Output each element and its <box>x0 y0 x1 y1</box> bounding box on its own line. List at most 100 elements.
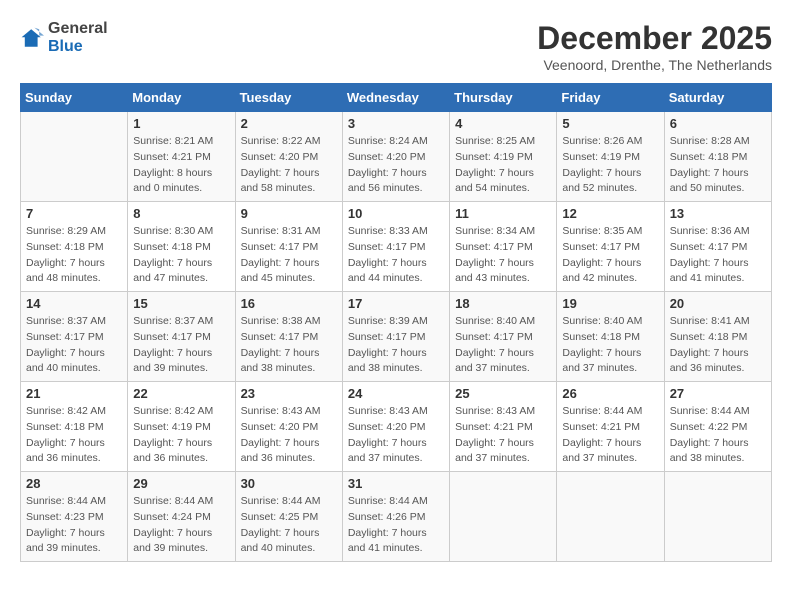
day-info: Sunrise: 8:25 AMSunset: 4:19 PMDaylight:… <box>455 134 551 197</box>
day-number: 21 <box>26 386 122 401</box>
calendar-cell: 29 Sunrise: 8:44 AMSunset: 4:24 PMDayligh… <box>128 472 235 562</box>
calendar-cell: 30 Sunrise: 8:44 AMSunset: 4:25 PMDayligh… <box>235 472 342 562</box>
calendar-cell: 1 Sunrise: 8:21 AMSunset: 4:21 PMDaylight… <box>128 112 235 202</box>
title-block: December 2025 Veenoord, Drenthe, The Net… <box>537 20 772 73</box>
day-number: 20 <box>670 296 766 311</box>
day-info: Sunrise: 8:33 AMSunset: 4:17 PMDaylight:… <box>348 224 444 287</box>
day-number: 25 <box>455 386 551 401</box>
day-info: Sunrise: 8:29 AMSunset: 4:18 PMDaylight:… <box>26 224 122 287</box>
calendar-cell: 9 Sunrise: 8:31 AMSunset: 4:17 PMDaylight… <box>235 202 342 292</box>
calendar-week-row: 28Sunrise: 8:44 AMSunset: 4:23 PMDayligh… <box>21 472 772 562</box>
day-number: 9 <box>241 206 337 221</box>
calendar-cell: 26 Sunrise: 8:44 AMSunset: 4:21 PMDayligh… <box>557 382 664 472</box>
day-info: Sunrise: 8:43 AMSunset: 4:20 PMDaylight:… <box>241 404 337 467</box>
calendar-cell: 31 Sunrise: 8:44 AMSunset: 4:26 PMDayligh… <box>342 472 449 562</box>
calendar-cell: 23 Sunrise: 8:43 AMSunset: 4:20 PMDayligh… <box>235 382 342 472</box>
day-number: 17 <box>348 296 444 311</box>
calendar-cell: 18Sunrise: 8:40 AMSunset: 4:17 PMDayligh… <box>450 292 557 382</box>
day-info: Sunrise: 8:31 AMSunset: 4:17 PMDaylight:… <box>241 224 337 287</box>
day-number: 30 <box>241 476 337 491</box>
day-number: 22 <box>133 386 229 401</box>
weekday-header-row: SundayMondayTuesdayWednesdayThursdayFrid… <box>21 84 772 112</box>
calendar-week-row: 21Sunrise: 8:42 AMSunset: 4:18 PMDayligh… <box>21 382 772 472</box>
calendar-week-row: 1 Sunrise: 8:21 AMSunset: 4:21 PMDaylight… <box>21 112 772 202</box>
calendar-cell: 8 Sunrise: 8:30 AMSunset: 4:18 PMDaylight… <box>128 202 235 292</box>
calendar-cell: 22 Sunrise: 8:42 AMSunset: 4:19 PMDayligh… <box>128 382 235 472</box>
calendar-cell: 27 Sunrise: 8:44 AMSunset: 4:22 PMDayligh… <box>664 382 771 472</box>
calendar-cell: 4 Sunrise: 8:25 AMSunset: 4:19 PMDaylight… <box>450 112 557 202</box>
calendar-cell: 11Sunrise: 8:34 AMSunset: 4:17 PMDayligh… <box>450 202 557 292</box>
page-header: General Blue December 2025 Veenoord, Dre… <box>20 20 772 73</box>
day-info: Sunrise: 8:30 AMSunset: 4:18 PMDaylight:… <box>133 224 229 287</box>
day-info: Sunrise: 8:44 AMSunset: 4:26 PMDaylight:… <box>348 494 444 557</box>
calendar-cell: 21Sunrise: 8:42 AMSunset: 4:18 PMDayligh… <box>21 382 128 472</box>
day-number: 14 <box>26 296 122 311</box>
day-info: Sunrise: 8:40 AMSunset: 4:18 PMDaylight:… <box>562 314 658 377</box>
month-year-title: December 2025 <box>537 20 772 57</box>
day-number: 10 <box>348 206 444 221</box>
calendar-week-row: 14 Sunrise: 8:37 AMSunset: 4:17 PMDayligh… <box>21 292 772 382</box>
day-info: Sunrise: 8:44 AMSunset: 4:22 PMDaylight:… <box>670 404 766 467</box>
calendar-cell: 24 Sunrise: 8:43 AMSunset: 4:20 PMDayligh… <box>342 382 449 472</box>
calendar-cell: 19Sunrise: 8:40 AMSunset: 4:18 PMDayligh… <box>557 292 664 382</box>
weekday-header: Tuesday <box>235 84 342 112</box>
day-number: 16 <box>241 296 337 311</box>
day-number: 29 <box>133 476 229 491</box>
day-number: 6 <box>670 116 766 131</box>
day-number: 26 <box>562 386 658 401</box>
day-number: 8 <box>133 206 229 221</box>
calendar-cell: 10 Sunrise: 8:33 AMSunset: 4:17 PMDayligh… <box>342 202 449 292</box>
calendar-cell <box>21 112 128 202</box>
logo-text: General Blue <box>48 20 108 56</box>
weekday-header: Monday <box>128 84 235 112</box>
day-info: Sunrise: 8:38 AMSunset: 4:17 PMDaylight:… <box>241 314 337 377</box>
day-number: 4 <box>455 116 551 131</box>
calendar-cell: 20 Sunrise: 8:41 AMSunset: 4:18 PMDayligh… <box>664 292 771 382</box>
calendar-week-row: 7 Sunrise: 8:29 AMSunset: 4:18 PMDaylight… <box>21 202 772 292</box>
logo-general: General <box>48 20 108 38</box>
day-info: Sunrise: 8:39 AMSunset: 4:17 PMDaylight:… <box>348 314 444 377</box>
calendar-cell: 5 Sunrise: 8:26 AMSunset: 4:19 PMDaylight… <box>557 112 664 202</box>
calendar-cell <box>450 472 557 562</box>
day-number: 12 <box>562 206 658 221</box>
day-info: Sunrise: 8:26 AMSunset: 4:19 PMDaylight:… <box>562 134 658 197</box>
day-number: 1 <box>133 116 229 131</box>
day-number: 5 <box>562 116 658 131</box>
day-number: 13 <box>670 206 766 221</box>
day-info: Sunrise: 8:21 AMSunset: 4:21 PMDaylight:… <box>133 134 229 197</box>
calendar-cell: 17 Sunrise: 8:39 AMSunset: 4:17 PMDayligh… <box>342 292 449 382</box>
day-number: 27 <box>670 386 766 401</box>
day-number: 24 <box>348 386 444 401</box>
day-info: Sunrise: 8:28 AMSunset: 4:18 PMDaylight:… <box>670 134 766 197</box>
calendar-cell: 15Sunrise: 8:37 AMSunset: 4:17 PMDayligh… <box>128 292 235 382</box>
day-info: Sunrise: 8:42 AMSunset: 4:19 PMDaylight:… <box>133 404 229 467</box>
day-info: Sunrise: 8:37 AMSunset: 4:17 PMDaylight:… <box>26 314 122 377</box>
day-number: 31 <box>348 476 444 491</box>
calendar-cell: 7 Sunrise: 8:29 AMSunset: 4:18 PMDaylight… <box>21 202 128 292</box>
weekday-header: Friday <box>557 84 664 112</box>
weekday-header: Sunday <box>21 84 128 112</box>
day-info: Sunrise: 8:44 AMSunset: 4:23 PMDaylight:… <box>26 494 122 557</box>
weekday-header: Thursday <box>450 84 557 112</box>
day-info: Sunrise: 8:44 AMSunset: 4:24 PMDaylight:… <box>133 494 229 557</box>
calendar-cell: 16 Sunrise: 8:38 AMSunset: 4:17 PMDayligh… <box>235 292 342 382</box>
calendar-table: SundayMondayTuesdayWednesdayThursdayFrid… <box>20 83 772 562</box>
day-info: Sunrise: 8:24 AMSunset: 4:20 PMDaylight:… <box>348 134 444 197</box>
calendar-cell: 25Sunrise: 8:43 AMSunset: 4:21 PMDayligh… <box>450 382 557 472</box>
weekday-header: Saturday <box>664 84 771 112</box>
calendar-cell: 12Sunrise: 8:35 AMSunset: 4:17 PMDayligh… <box>557 202 664 292</box>
day-info: Sunrise: 8:44 AMSunset: 4:21 PMDaylight:… <box>562 404 658 467</box>
calendar-cell: 6 Sunrise: 8:28 AMSunset: 4:18 PMDaylight… <box>664 112 771 202</box>
day-number: 7 <box>26 206 122 221</box>
day-info: Sunrise: 8:36 AMSunset: 4:17 PMDaylight:… <box>670 224 766 287</box>
day-info: Sunrise: 8:43 AMSunset: 4:20 PMDaylight:… <box>348 404 444 467</box>
calendar-cell: 3Sunrise: 8:24 AMSunset: 4:20 PMDaylight… <box>342 112 449 202</box>
day-info: Sunrise: 8:41 AMSunset: 4:18 PMDaylight:… <box>670 314 766 377</box>
day-info: Sunrise: 8:44 AMSunset: 4:25 PMDaylight:… <box>241 494 337 557</box>
logo: General Blue <box>20 20 108 56</box>
day-info: Sunrise: 8:22 AMSunset: 4:20 PMDaylight:… <box>241 134 337 197</box>
day-number: 23 <box>241 386 337 401</box>
calendar-cell: 14 Sunrise: 8:37 AMSunset: 4:17 PMDayligh… <box>21 292 128 382</box>
location-subtitle: Veenoord, Drenthe, The Netherlands <box>537 57 772 73</box>
day-info: Sunrise: 8:34 AMSunset: 4:17 PMDaylight:… <box>455 224 551 287</box>
